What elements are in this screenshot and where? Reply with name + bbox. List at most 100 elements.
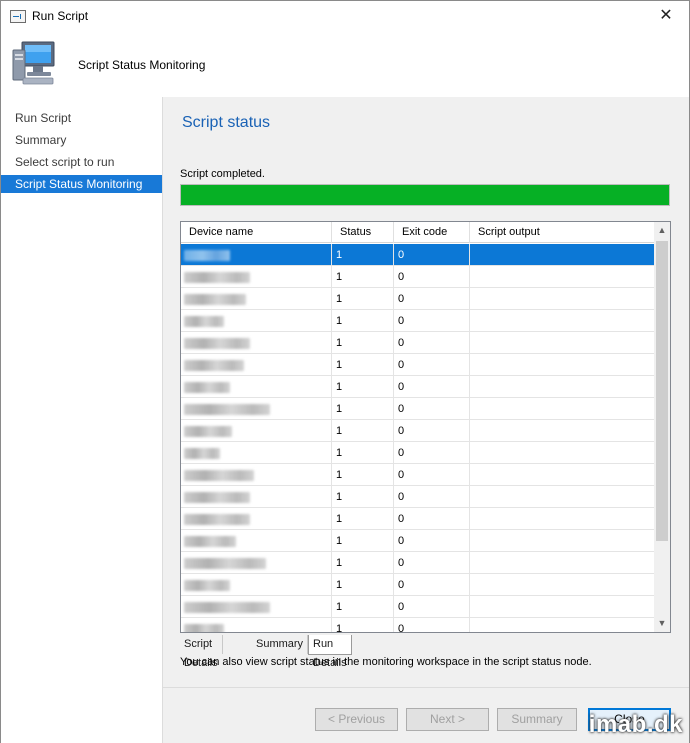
nav-item-run-script[interactable]: Run Script: [1, 109, 162, 127]
script-output-cell: [470, 596, 654, 618]
exit-code-cell: 0: [394, 574, 470, 596]
table-row[interactable]: 10: [181, 420, 654, 442]
device-name-cell: [181, 442, 332, 464]
device-name-cell: [181, 420, 332, 442]
column-header-exit-code[interactable]: Exit code: [394, 222, 470, 243]
script-output-cell: [470, 398, 654, 420]
page-title: Script status: [182, 114, 271, 131]
exit-code-cell: 0: [394, 530, 470, 552]
device-name-cell: [181, 376, 332, 398]
table-row[interactable]: 10: [181, 442, 654, 464]
nav-item-summary[interactable]: Summary: [1, 131, 162, 149]
redacted-device-name: [184, 404, 270, 415]
device-name-cell: [181, 618, 332, 632]
scroll-down-icon[interactable]: ▼: [654, 615, 670, 632]
redacted-device-name: [184, 426, 232, 437]
run-script-dialog: Run Script ✕ Script Status Monitoring Ru…: [0, 0, 690, 743]
table-row[interactable]: 10: [181, 552, 654, 574]
previous-button[interactable]: < Previous: [315, 708, 398, 731]
vertical-scrollbar[interactable]: ▲ ▼: [654, 222, 670, 632]
redacted-device-name: [184, 360, 244, 371]
device-name-cell: [181, 398, 332, 420]
script-output-cell: [470, 508, 654, 530]
redacted-device-name: [184, 536, 236, 547]
script-output-cell: [470, 574, 654, 596]
table-row[interactable]: 10: [181, 486, 654, 508]
redacted-device-name: [184, 492, 250, 503]
script-output-cell: [470, 442, 654, 464]
table-row[interactable]: 10: [181, 244, 654, 266]
status-cell: 1: [332, 596, 394, 618]
tab-run-details[interactable]: Run Details: [308, 635, 352, 669]
column-header-script-output[interactable]: Script output: [470, 222, 654, 243]
device-name-cell: [181, 574, 332, 596]
device-name-cell: [181, 596, 332, 618]
device-name-cell: [181, 508, 332, 530]
progress-fill: [181, 185, 669, 205]
monitoring-hint: You can also view script status in the m…: [180, 656, 592, 668]
nav-item-script-status-monitoring[interactable]: Script Status Monitoring: [1, 175, 162, 193]
tab-script-details[interactable]: Script Details: [180, 635, 223, 669]
wizard-header: Script Status Monitoring: [1, 32, 689, 97]
exit-code-cell: 0: [394, 376, 470, 398]
nav-item-select-script[interactable]: Select script to run: [1, 153, 162, 171]
table-row[interactable]: 10: [181, 508, 654, 530]
redacted-device-name: [184, 470, 254, 481]
column-header-status[interactable]: Status: [332, 222, 394, 243]
device-name-cell: [181, 486, 332, 508]
table-row[interactable]: 10: [181, 332, 654, 354]
summary-button[interactable]: Summary: [497, 708, 577, 731]
tab-summary[interactable]: Summary: [252, 635, 309, 654]
redacted-device-name: [184, 382, 230, 393]
redacted-device-name: [184, 316, 224, 327]
table-row[interactable]: 10: [181, 354, 654, 376]
device-name-cell: [181, 266, 332, 288]
status-cell: 1: [332, 574, 394, 596]
device-grid: Device name Status Exit code Script outp…: [180, 221, 671, 633]
next-button[interactable]: Next >: [406, 708, 489, 731]
status-cell: 1: [332, 552, 394, 574]
status-cell: 1: [332, 288, 394, 310]
exit-code-cell: 0: [394, 332, 470, 354]
exit-code-cell: 0: [394, 508, 470, 530]
table-row[interactable]: 10: [181, 398, 654, 420]
exit-code-cell: 0: [394, 288, 470, 310]
redacted-device-name: [184, 624, 224, 632]
script-output-cell: [470, 354, 654, 376]
redacted-device-name: [184, 294, 246, 305]
table-row[interactable]: 10: [181, 530, 654, 552]
status-cell: 1: [332, 442, 394, 464]
script-output-cell: [470, 310, 654, 332]
redacted-device-name: [184, 602, 270, 613]
status-cell: 1: [332, 310, 394, 332]
scroll-thumb[interactable]: [656, 241, 668, 541]
script-output-cell: [470, 332, 654, 354]
redacted-device-name: [184, 580, 230, 591]
table-row[interactable]: 10: [181, 376, 654, 398]
device-name-cell: [181, 288, 332, 310]
table-row[interactable]: 10: [181, 464, 654, 486]
status-cell: 1: [332, 464, 394, 486]
table-row[interactable]: 10: [181, 266, 654, 288]
script-output-cell: [470, 464, 654, 486]
status-cell: 1: [332, 332, 394, 354]
table-row[interactable]: 10: [181, 618, 654, 632]
exit-code-cell: 0: [394, 398, 470, 420]
exit-code-cell: 0: [394, 552, 470, 574]
script-output-cell: [470, 420, 654, 442]
device-name-cell: [181, 354, 332, 376]
scroll-up-icon[interactable]: ▲: [654, 222, 670, 239]
table-row[interactable]: 10: [181, 596, 654, 618]
run-script-app-icon: [10, 10, 26, 23]
grid-header: Device name Status Exit code Script outp…: [181, 222, 654, 243]
close-window-icon[interactable]: ✕: [651, 5, 681, 27]
table-row[interactable]: 10: [181, 574, 654, 596]
column-header-device-name[interactable]: Device name: [181, 222, 332, 243]
status-cell: 1: [332, 618, 394, 632]
status-cell: 1: [332, 398, 394, 420]
table-row[interactable]: 10: [181, 310, 654, 332]
script-output-cell: [470, 376, 654, 398]
exit-code-cell: 0: [394, 486, 470, 508]
table-row[interactable]: 10: [181, 288, 654, 310]
status-cell: 1: [332, 508, 394, 530]
